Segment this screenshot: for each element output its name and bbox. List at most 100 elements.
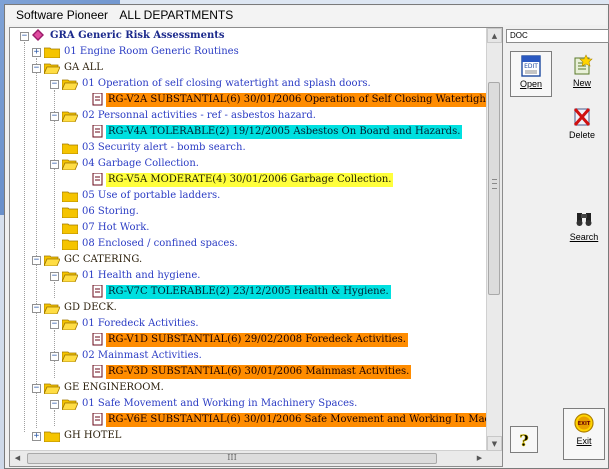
tree-node-document[interactable]: RG-V7C TOLERABLE(2) 23/12/2005 Health & … bbox=[10, 284, 488, 300]
tree-node-folder[interactable]: − 01 Operation of self closing watertigh… bbox=[10, 76, 488, 92]
document-icon bbox=[92, 413, 103, 426]
folder-icon bbox=[44, 47, 60, 58]
tree-node-folder[interactable]: + GH HOTEL bbox=[10, 428, 488, 444]
document-icon bbox=[92, 93, 103, 106]
search-button-label: Search bbox=[569, 232, 599, 242]
tree-label: GD DECK. bbox=[64, 302, 117, 313]
tree-node-folder[interactable]: 06 Storing. bbox=[10, 204, 488, 220]
tree-node-folder[interactable]: 05 Use of portable ladders. bbox=[10, 188, 488, 204]
tree-node-folder[interactable]: − 01 Health and hygiene. bbox=[10, 268, 488, 284]
tree-node-document[interactable]: RG-V4A TOLERABLE(2) 19/12/2005 Asbestos … bbox=[10, 124, 488, 140]
collapse-toggle[interactable]: − bbox=[50, 272, 59, 281]
open-folder-icon bbox=[62, 351, 78, 362]
open-folder-icon bbox=[62, 319, 78, 330]
expand-toggle[interactable]: + bbox=[32, 432, 41, 441]
tree-label: 02 Mainmast Activities. bbox=[82, 350, 202, 361]
tree-node-document[interactable]: RG-V6E SUBSTANTIAL(6) 30/01/2006 Safe Mo… bbox=[10, 412, 502, 428]
open-folder-icon bbox=[62, 399, 78, 410]
svg-text:EDIT: EDIT bbox=[524, 63, 538, 70]
risk-assessment-tree[interactable]: − GRA Generic Risk Assessments + 01 Engi… bbox=[9, 27, 503, 467]
document-icon bbox=[92, 173, 103, 186]
tree-label: 06 Storing. bbox=[82, 206, 139, 217]
tree-label: 04 Garbage Collection. bbox=[82, 158, 199, 169]
tree-node-folder[interactable]: − 01 Safe Movement and Working in Machin… bbox=[10, 396, 488, 412]
open-folder-icon bbox=[44, 303, 60, 314]
tree-vertical-scrollbar[interactable]: ▲ ▼ bbox=[486, 28, 502, 451]
tree-node-document[interactable]: RG-V1D SUBSTANTIAL(6) 29/02/2008 Foredec… bbox=[10, 332, 488, 348]
department-name: ALL DEPARTMENTS bbox=[119, 8, 234, 22]
tree-node-folder[interactable]: − GD DECK. bbox=[10, 300, 488, 316]
tree-node-folder[interactable]: 03 Security alert - bomb search. bbox=[10, 140, 488, 156]
tree-node-root[interactable]: − GRA Generic Risk Assessments bbox=[10, 28, 488, 44]
collapse-toggle[interactable]: − bbox=[32, 256, 41, 265]
search-button[interactable]: Search bbox=[563, 208, 605, 242]
collapse-toggle[interactable]: − bbox=[20, 32, 29, 41]
tree-horizontal-scrollbar[interactable]: ◀ III ▶ bbox=[10, 450, 487, 466]
tree-label: GRA Generic Risk Assessments bbox=[50, 30, 225, 41]
folder-icon bbox=[62, 239, 78, 250]
collapse-toggle[interactable]: − bbox=[50, 80, 59, 89]
tree-node-folder[interactable]: − GA ALL bbox=[10, 60, 488, 76]
exit-button[interactable]: EXIT Exit bbox=[563, 408, 605, 460]
tree-label: 05 Use of portable ladders. bbox=[82, 190, 221, 201]
scroll-down-icon[interactable]: ▼ bbox=[487, 436, 502, 451]
tree-node-folder[interactable]: − 04 Garbage Collection. bbox=[10, 156, 488, 172]
scroll-left-icon[interactable]: ◀ bbox=[10, 451, 25, 466]
scroll-up-icon[interactable]: ▲ bbox=[487, 28, 502, 43]
collapse-toggle[interactable]: − bbox=[50, 400, 59, 409]
open-button-label: Open bbox=[519, 79, 543, 89]
tree-node-document[interactable]: RG-V2A SUBSTANTIAL(6) 30/01/2006 Operati… bbox=[10, 92, 501, 108]
folder-icon bbox=[62, 207, 78, 218]
tree-label: RG-V6E SUBSTANTIAL(6) 30/01/2006 Safe Mo… bbox=[106, 413, 502, 427]
tree-label: 01 Health and hygiene. bbox=[82, 270, 201, 281]
collapse-toggle[interactable]: − bbox=[50, 160, 59, 169]
scroll-grip: III bbox=[227, 453, 237, 462]
tree-label: GA ALL bbox=[64, 62, 103, 73]
tree-label: 01 Foredeck Activities. bbox=[82, 318, 199, 329]
tree-node-folder[interactable]: − 01 Foredeck Activities. bbox=[10, 316, 488, 332]
edit-document-icon: EDIT bbox=[521, 55, 541, 77]
expand-toggle[interactable]: + bbox=[32, 48, 41, 57]
document-icon bbox=[92, 333, 103, 346]
tree-label: GH HOTEL bbox=[64, 430, 122, 441]
tree-node-document[interactable]: RG-V3D SUBSTANTIAL(6) 30/01/2006 Mainmas… bbox=[10, 364, 488, 380]
tree-label: GC CATERING. bbox=[64, 254, 143, 265]
tree-node-folder[interactable]: − 02 Mainmast Activities. bbox=[10, 348, 488, 364]
collapse-toggle[interactable]: − bbox=[50, 352, 59, 361]
open-folder-icon bbox=[62, 159, 78, 170]
svg-text:EXIT: EXIT bbox=[578, 421, 591, 427]
collapse-toggle[interactable]: − bbox=[50, 112, 59, 121]
tree-label: 08 Enclosed / confined spaces. bbox=[82, 238, 238, 249]
open-button[interactable]: EDIT Open bbox=[510, 51, 552, 97]
tree-label: RG-V3D SUBSTANTIAL(6) 30/01/2006 Mainmas… bbox=[106, 365, 412, 379]
tree-node-document[interactable]: RG-V5A MODERATE(4) 30/01/2006 Garbage Co… bbox=[10, 172, 488, 188]
document-type-select[interactable]: DOC bbox=[506, 29, 609, 43]
window-title: Software Pioneer ALL DEPARTMENTS bbox=[6, 6, 606, 25]
tree-node-folder[interactable]: 08 Enclosed / confined spaces. bbox=[10, 236, 488, 252]
collapse-toggle[interactable]: − bbox=[50, 320, 59, 329]
exit-button-label: Exit bbox=[576, 436, 592, 446]
tree-node-folder[interactable]: − 02 Personnal activities - ref - asbest… bbox=[10, 108, 488, 124]
tree-label: 03 Security alert - bomb search. bbox=[82, 142, 246, 153]
scroll-right-icon[interactable]: ▶ bbox=[472, 451, 487, 466]
tree-label: RG-V2A SUBSTANTIAL(6) 30/01/2006 Operati… bbox=[106, 93, 501, 107]
help-button[interactable]: ? bbox=[510, 426, 538, 453]
delete-button[interactable]: Delete bbox=[561, 106, 603, 140]
tree-node-folder[interactable]: 07 Hot Work. bbox=[10, 220, 488, 236]
tree-node-folder[interactable]: + 01 Engine Room Generic Routines bbox=[10, 44, 488, 60]
new-button[interactable]: New bbox=[561, 54, 603, 88]
tree-node-folder[interactable]: − GE ENGINEROOM. bbox=[10, 380, 488, 396]
new-button-label: New bbox=[572, 78, 591, 88]
scroll-thumb-horizontal[interactable]: III bbox=[27, 453, 437, 464]
open-folder-icon bbox=[44, 383, 60, 394]
collapse-toggle[interactable]: − bbox=[32, 64, 41, 73]
collapse-toggle[interactable]: − bbox=[32, 384, 41, 393]
scrollbar-corner bbox=[487, 451, 502, 466]
open-folder-icon bbox=[44, 63, 60, 74]
tree-node-folder[interactable]: − GC CATERING. bbox=[10, 252, 488, 268]
scroll-thumb[interactable] bbox=[488, 82, 500, 295]
open-folder-icon bbox=[62, 111, 78, 122]
delete-icon bbox=[573, 108, 591, 126]
new-document-icon bbox=[574, 54, 593, 75]
collapse-toggle[interactable]: − bbox=[32, 304, 41, 313]
